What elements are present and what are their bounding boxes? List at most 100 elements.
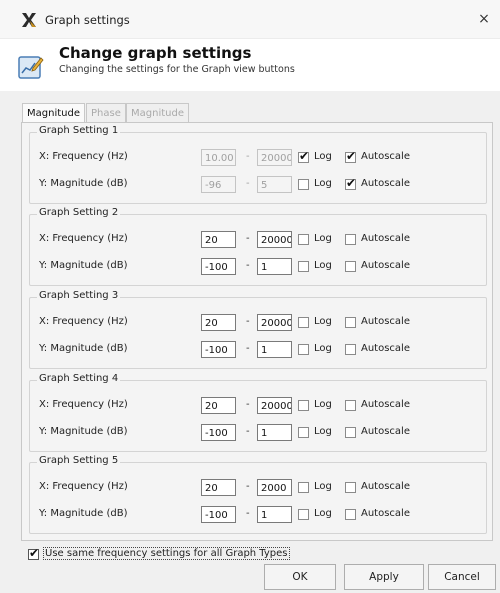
y-log-checkbox[interactable] <box>298 427 309 438</box>
x-axis-label: X: Frequency (Hz) <box>39 316 128 327</box>
log-label: Log <box>314 399 332 410</box>
range-dash: - <box>246 508 250 519</box>
y-log-checkbox[interactable] <box>298 509 309 520</box>
tab-magnitude-phase[interactable]: Magnitude / Phase <box>126 103 189 138</box>
x-max-input[interactable]: 20000 <box>257 397 292 414</box>
y-min-input[interactable]: -100 <box>201 341 236 358</box>
autoscale-label: Autoscale <box>361 343 410 354</box>
log-label: Log <box>314 508 332 519</box>
title-bar: Graph settings × <box>0 0 500 39</box>
log-label: Log <box>314 316 332 327</box>
y-max-input[interactable]: 1 <box>257 258 292 275</box>
y-axis-label: Y: Magnitude (dB) <box>39 178 128 189</box>
graph-setting-group: Graph Setting 3 X: Frequency (Hz) 20-20000… <box>29 290 487 369</box>
group-title: Graph Setting 2 <box>37 207 121 218</box>
x-log-checkbox[interactable] <box>298 317 309 328</box>
x-autoscale-checkbox[interactable] <box>345 400 356 411</box>
x-min-input[interactable]: 20 <box>201 397 236 414</box>
x-log-checkbox[interactable] <box>298 482 309 493</box>
autoscale-label: Autoscale <box>361 508 410 519</box>
cancel-button[interactable]: Cancel <box>428 564 496 590</box>
y-axis-label: Y: Magnitude (dB) <box>39 426 128 437</box>
tab-phase[interactable]: Phase <box>86 103 126 123</box>
x-max-input[interactable]: 20000 <box>257 314 292 331</box>
x-max-input[interactable]: 20000 <box>257 231 292 248</box>
graph-setting-group: Graph Setting 2 X: Frequency (Hz) 20-20000… <box>29 207 487 286</box>
range-dash: - <box>246 316 250 327</box>
autoscale-label: Autoscale <box>361 426 410 437</box>
range-dash: - <box>246 178 250 189</box>
y-axis-label: Y: Magnitude (dB) <box>39 260 128 271</box>
log-label: Log <box>314 260 332 271</box>
close-icon: × <box>478 11 490 27</box>
y-autoscale-checkbox[interactable] <box>345 261 356 272</box>
x-axis-label: X: Frequency (Hz) <box>39 151 128 162</box>
group-title: Graph Setting 4 <box>37 373 121 384</box>
log-label: Log <box>314 481 332 492</box>
header-title: Change graph settings <box>59 44 252 62</box>
window-title: Graph settings <box>45 13 130 27</box>
group-title: Graph Setting 3 <box>37 290 121 301</box>
graph-setting-group: Graph Setting 1 X: Frequency (Hz) 10.00-20… <box>29 125 487 204</box>
y-min-input[interactable]: -100 <box>201 424 236 441</box>
x-min-input[interactable]: 20 <box>201 314 236 331</box>
autoscale-label: Autoscale <box>361 233 410 244</box>
check-icon: ✔ <box>29 546 40 560</box>
autoscale-label: Autoscale <box>361 151 410 162</box>
y-min-input[interactable]: -100 <box>201 258 236 275</box>
range-dash: - <box>246 399 250 410</box>
autoscale-label: Autoscale <box>361 178 410 189</box>
y-autoscale-checkbox[interactable] <box>345 509 356 520</box>
y-max-input[interactable]: 1 <box>257 424 292 441</box>
log-label: Log <box>314 233 332 244</box>
x-autoscale-checkbox[interactable] <box>345 317 356 328</box>
x-log-checkbox[interactable] <box>298 400 309 411</box>
range-dash: - <box>246 151 250 162</box>
log-label: Log <box>314 426 332 437</box>
check-icon: ✔ <box>346 176 357 190</box>
graph-edit-icon <box>18 56 44 79</box>
y-log-checkbox[interactable] <box>298 344 309 355</box>
x-log-checkbox[interactable] <box>298 234 309 245</box>
close-button[interactable]: × <box>470 6 498 32</box>
x-axis-label: X: Frequency (Hz) <box>39 399 128 410</box>
x-max-input[interactable]: 2000 <box>257 479 292 496</box>
range-dash: - <box>246 343 250 354</box>
autoscale-label: Autoscale <box>361 316 410 327</box>
y-autoscale-checkbox[interactable]: ✔ <box>345 176 357 190</box>
y-autoscale-checkbox[interactable] <box>345 427 356 438</box>
y-max-input[interactable]: 1 <box>257 506 292 523</box>
ok-button[interactable]: OK <box>264 564 336 590</box>
group-title: Graph Setting 1 <box>37 125 121 136</box>
y-axis-label: Y: Magnitude (dB) <box>39 508 128 519</box>
x-app-icon <box>22 13 36 27</box>
x-max-input: 20000 <box>257 149 292 166</box>
y-min-input: -96 <box>201 176 236 193</box>
y-log-checkbox[interactable] <box>298 261 309 272</box>
y-log-checkbox[interactable] <box>298 179 309 190</box>
x-autoscale-checkbox[interactable]: ✔ <box>345 149 357 163</box>
y-max-input: 5 <box>257 176 292 193</box>
x-autoscale-checkbox[interactable] <box>345 234 356 245</box>
x-min-input[interactable]: 20 <box>201 479 236 496</box>
check-icon: ✔ <box>346 149 357 163</box>
graph-setting-group: Graph Setting 4 X: Frequency (Hz) 20-20000… <box>29 373 487 452</box>
log-label: Log <box>314 343 332 354</box>
y-min-input[interactable]: -100 <box>201 506 236 523</box>
apply-button[interactable]: Apply <box>344 564 424 590</box>
log-label: Log <box>314 178 332 189</box>
x-min-input[interactable]: 20 <box>201 231 236 248</box>
tab-magnitude[interactable]: Magnitude <box>22 103 85 124</box>
same-frequency-checkbox[interactable]: ✔ <box>28 546 40 560</box>
x-autoscale-checkbox[interactable] <box>345 482 356 493</box>
range-dash: - <box>246 426 250 437</box>
autoscale-label: Autoscale <box>361 399 410 410</box>
group-title: Graph Setting 5 <box>37 455 121 466</box>
autoscale-label: Autoscale <box>361 481 410 492</box>
x-log-checkbox[interactable]: ✔ <box>298 149 309 163</box>
range-dash: - <box>246 260 250 271</box>
autoscale-label: Autoscale <box>361 260 410 271</box>
y-autoscale-checkbox[interactable] <box>345 344 356 355</box>
y-max-input[interactable]: 1 <box>257 341 292 358</box>
same-frequency-label: Use same frequency settings for all Grap… <box>43 547 290 560</box>
